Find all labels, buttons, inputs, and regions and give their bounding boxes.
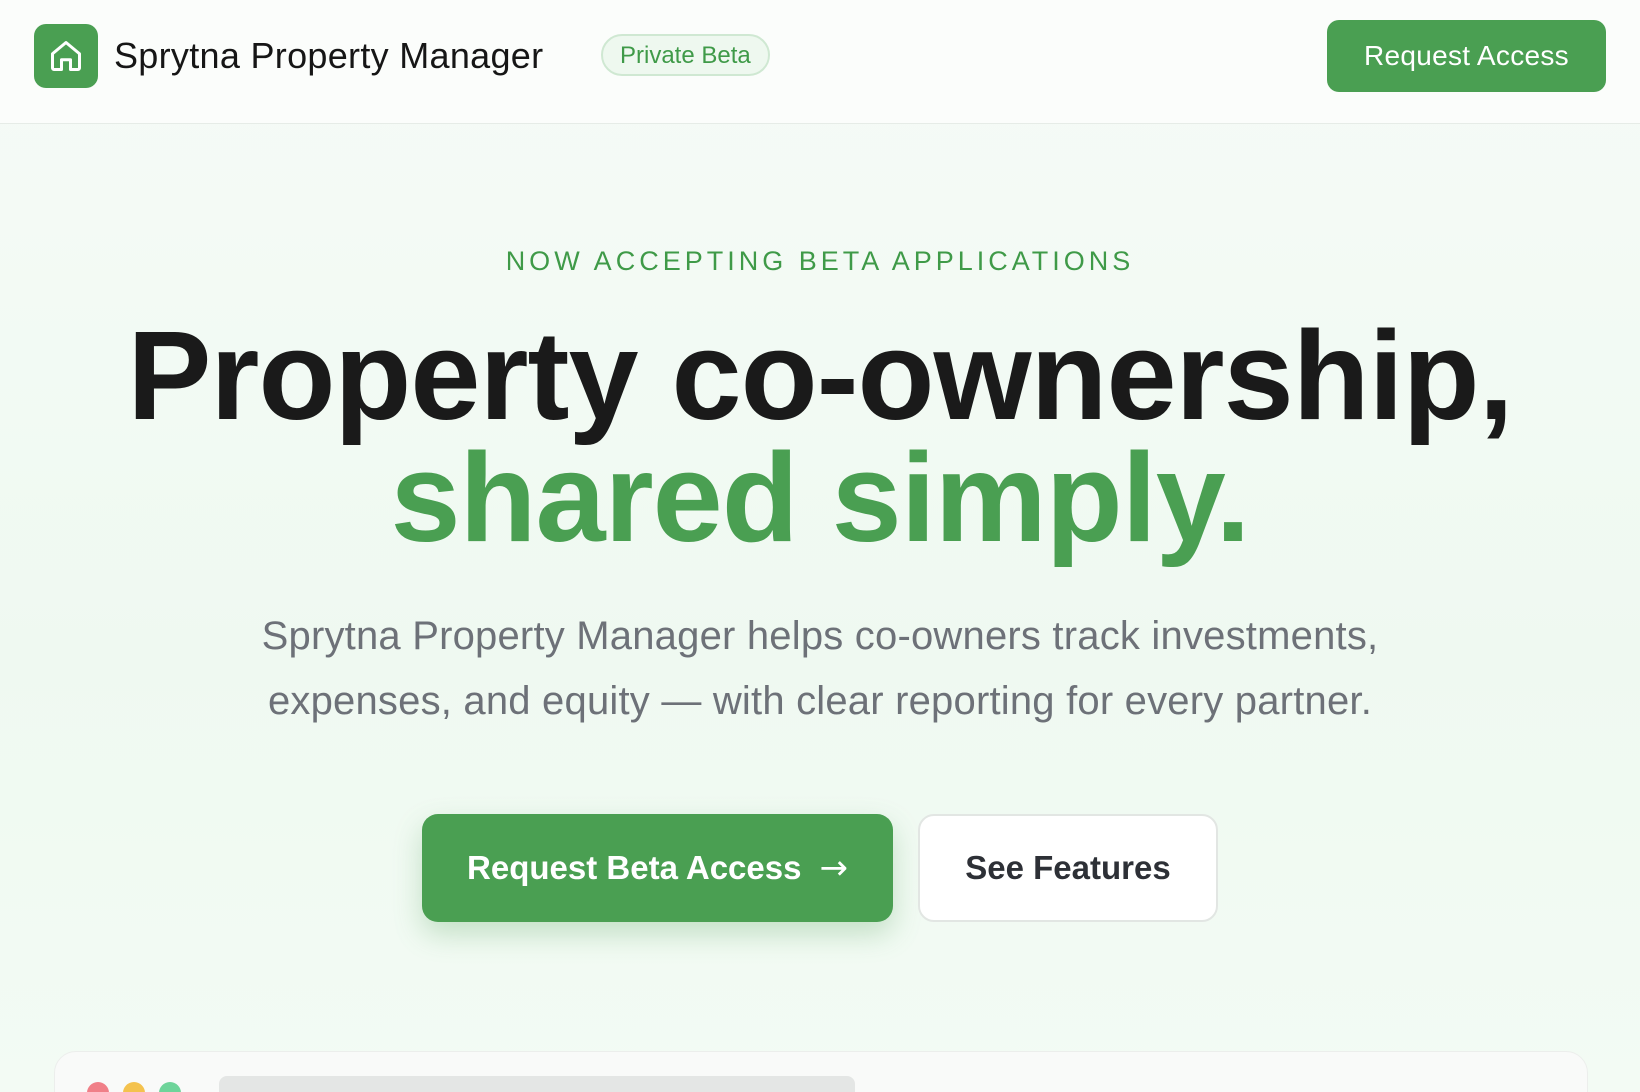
preview-address-bar [219,1076,855,1092]
window-maximize-dot [159,1082,181,1092]
arrow-right-icon: → [819,848,848,888]
hero-headline-line1: Property co-ownership, [127,305,1513,446]
brand-name[interactable]: Sprytna Property Manager [114,30,543,82]
hero-subtitle: Sprytna Property Manager helps co-owners… [170,604,1470,734]
hero-eyebrow: NOW ACCEPTING BETA APPLICATIONS [505,246,1135,276]
request-access-button[interactable]: Request Access [1327,20,1606,92]
see-features-button[interactable]: See Features [918,814,1218,922]
hero-headline-line2: shared simply. [390,427,1250,568]
window-close-dot [87,1082,109,1092]
request-beta-access-label: Request Beta Access [467,849,802,886]
request-beta-access-button[interactable]: Request Beta Access → [422,814,893,922]
private-beta-badge: Private Beta [601,34,770,76]
site-header: Sprytna Property Manager Private Beta Re… [0,0,1640,124]
home-icon [48,38,84,74]
app-preview-window [54,1051,1588,1092]
landing-page: Sprytna Property Manager Private Beta Re… [0,0,1640,1092]
brand-logo[interactable] [34,24,98,88]
window-minimize-dot [123,1082,145,1092]
hero-subtitle-line2: expenses, and equity — with clear report… [267,679,1373,723]
hero-subtitle-line1: Sprytna Property Manager helps co-owners… [261,614,1379,658]
